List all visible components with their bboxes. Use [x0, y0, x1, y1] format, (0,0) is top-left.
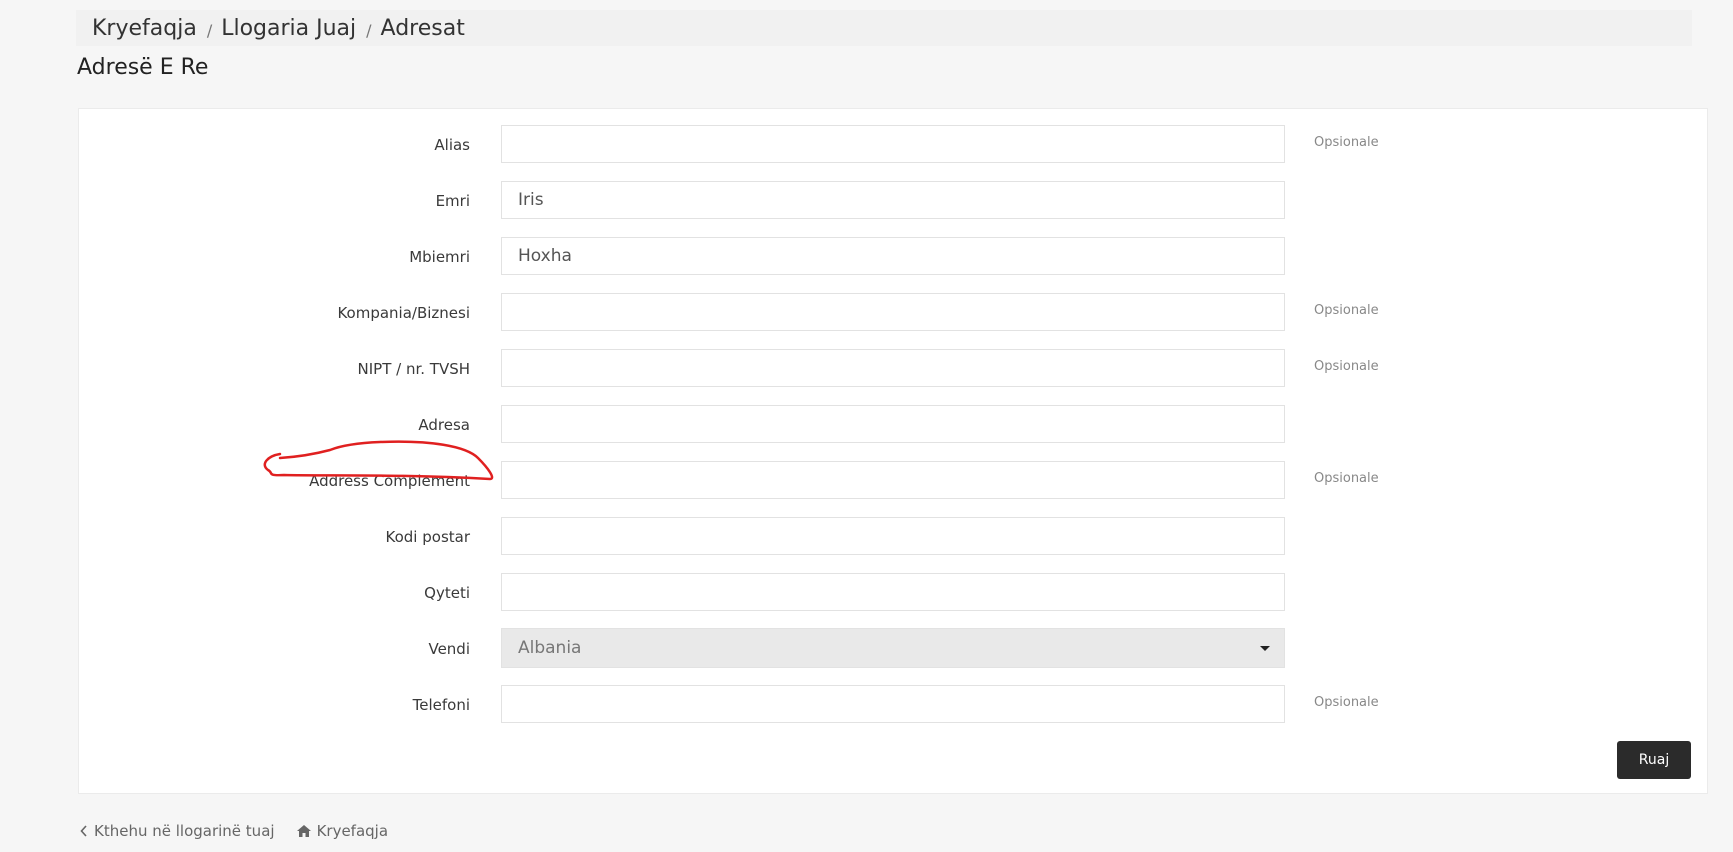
form-row-company: Kompania/Biznesi Opsionale [79, 293, 1707, 331]
city-label: Qyteti [424, 584, 470, 602]
alias-label: Alias [434, 136, 470, 154]
breadcrumb-current: Adresat [380, 15, 465, 41]
breadcrumb-separator: / [366, 20, 372, 40]
postal-code-field[interactable] [501, 517, 1285, 555]
form-row-address-complement: Address Complement Opsionale [79, 461, 1707, 499]
last-name-label: Mbiemri [409, 248, 470, 266]
company-label: Kompania/Biznesi [337, 304, 470, 322]
last-name-field[interactable] [501, 237, 1285, 275]
home-icon [296, 825, 311, 837]
postal-code-label: Kodi postar [385, 528, 470, 546]
breadcrumb: Kryefaqja / Llogaria Juaj / Adresat [76, 10, 1692, 46]
address-complement-label: Address Complement [309, 472, 470, 490]
caret-down-icon [1260, 646, 1270, 651]
back-to-account-label: Kthehu në llogarinë tuaj [94, 822, 275, 840]
phone-label: Telefoni [412, 696, 470, 714]
form-row-phone: Telefoni Opsionale [79, 685, 1707, 723]
country-select[interactable]: Albania [501, 628, 1285, 668]
optional-hint: Opsionale [1314, 303, 1379, 318]
first-name-field[interactable] [501, 181, 1285, 219]
address-form: Alias Opsionale Emri Mbiemri Kompania/Bi… [78, 108, 1708, 794]
vat-number-label: NIPT / nr. TVSH [357, 360, 471, 378]
back-to-account-link[interactable]: Kthehu në llogarinë tuaj [80, 822, 275, 840]
form-row-last-name: Mbiemri [79, 237, 1707, 275]
country-select-value: Albania [518, 638, 582, 658]
breadcrumb-account-link[interactable]: Llogaria Juaj [221, 16, 356, 41]
home-link[interactable]: Kryefaqja [296, 822, 389, 840]
form-row-country: Vendi Albania [79, 628, 1707, 668]
form-row-first-name: Emri [79, 181, 1707, 219]
address-label: Adresa [418, 416, 470, 434]
form-row-city: Qyteti [79, 573, 1707, 611]
breadcrumb-home-link[interactable]: Kryefaqja [92, 16, 197, 41]
breadcrumb-separator: / [206, 20, 213, 40]
optional-hint: Opsionale [1314, 359, 1379, 374]
first-name-label: Emri [435, 192, 470, 210]
alias-field[interactable] [501, 125, 1285, 163]
vat-number-field[interactable] [501, 349, 1285, 387]
form-row-postal-code: Kodi postar [79, 517, 1707, 555]
save-button[interactable]: Ruaj [1617, 741, 1691, 779]
city-field[interactable] [501, 573, 1285, 611]
chevron-left-icon [80, 825, 87, 837]
phone-field[interactable] [501, 685, 1285, 723]
country-label: Vendi [428, 640, 470, 658]
form-row-vat-number: NIPT / nr. TVSH Opsionale [79, 349, 1707, 387]
address-complement-field[interactable] [501, 461, 1285, 499]
company-field[interactable] [501, 293, 1285, 331]
form-row-alias: Alias Opsionale [79, 125, 1707, 163]
form-row-address: Adresa [79, 405, 1707, 443]
footer-links: Kthehu në llogarinë tuaj Kryefaqja [80, 822, 388, 840]
address-field[interactable] [501, 405, 1285, 443]
home-label: Kryefaqja [316, 822, 389, 840]
optional-hint: Opsionale [1314, 135, 1379, 150]
optional-hint: Opsionale [1314, 471, 1379, 486]
page-title: Adresë E Re [77, 55, 209, 80]
optional-hint: Opsionale [1314, 695, 1379, 710]
